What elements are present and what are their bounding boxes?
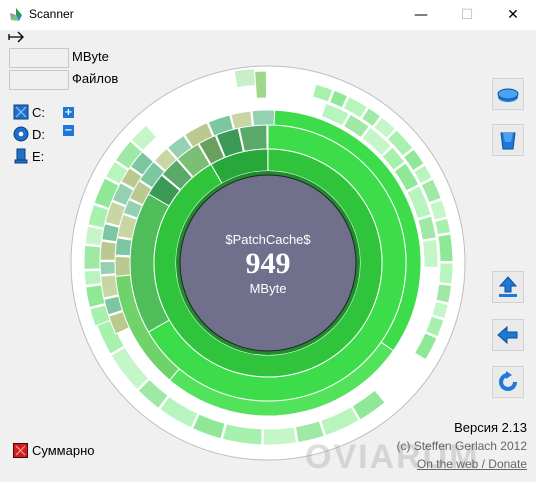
- drive-icon: [497, 88, 519, 102]
- arrow-up-icon: [498, 276, 518, 297]
- cd-drive-icon: [13, 126, 29, 142]
- summary-toggle[interactable]: Суммарно: [13, 443, 95, 458]
- scan-drive-button[interactable]: [492, 78, 524, 110]
- outer-segment[interactable]: [434, 217, 452, 236]
- outer-segment[interactable]: [262, 426, 298, 446]
- outer-segment[interactable]: [84, 225, 104, 246]
- usb-drive-icon: [14, 148, 28, 164]
- folder-size: 949: [245, 247, 291, 280]
- outer-segment[interactable]: [233, 67, 257, 89]
- drive-item-d[interactable]: D:: [13, 126, 45, 142]
- refresh-button[interactable]: [492, 366, 524, 398]
- outer-segment[interactable]: [83, 244, 102, 270]
- main-window: MByte Файлов C: + D: − E: $PatchCache$ 9…: [0, 30, 536, 482]
- outer-segment[interactable]: [438, 262, 454, 285]
- center-label: $PatchCache$ 949 MByte: [180, 232, 356, 296]
- window-title: Scanner: [29, 7, 74, 21]
- trash-icon: [500, 132, 516, 150]
- web-donate-link[interactable]: On the web / Donate: [417, 457, 527, 471]
- ring2-segment[interactable]: [238, 124, 268, 153]
- title-bar: Scanner — ☐ ✕: [0, 0, 536, 31]
- files-count-display: [9, 70, 69, 90]
- minimize-button[interactable]: —: [398, 0, 444, 30]
- menu-arrow-icon[interactable]: [8, 30, 28, 44]
- drive-label-e: E:: [32, 148, 45, 164]
- size-unit-label: MByte: [72, 49, 109, 64]
- folder-size-unit: MByte: [249, 281, 287, 296]
- maximize-button[interactable]: ☐: [444, 0, 490, 30]
- copyright-text: (c) Steffen Gerlach 2012: [396, 439, 527, 453]
- outer-segment[interactable]: [435, 283, 453, 304]
- refresh-icon: [499, 371, 517, 391]
- summary-icon: [13, 443, 28, 458]
- drive-label-c: C:: [32, 104, 45, 120]
- outer-segment[interactable]: [437, 233, 454, 263]
- back-button[interactable]: [492, 319, 524, 351]
- drive-item-e[interactable]: E:: [13, 148, 44, 164]
- delete-button[interactable]: [492, 124, 524, 156]
- drive-item-c[interactable]: C:: [13, 104, 45, 120]
- outer-segment[interactable]: [85, 284, 106, 309]
- outer-segment[interactable]: [83, 269, 102, 286]
- go-up-button[interactable]: [492, 271, 524, 303]
- summary-label: Суммарно: [32, 443, 95, 458]
- outer-segment[interactable]: [421, 238, 439, 268]
- size-display: [9, 48, 69, 68]
- hard-drive-icon: [13, 104, 29, 120]
- folder-name: $PatchCache$: [225, 232, 311, 247]
- outer-segment[interactable]: [254, 70, 268, 99]
- drive-label-d: D:: [32, 126, 45, 142]
- close-button[interactable]: ✕: [490, 0, 536, 30]
- arrow-left-icon: [497, 325, 518, 345]
- version-text: Версия 2.13: [454, 420, 527, 435]
- scanner-app-icon: [10, 8, 22, 21]
